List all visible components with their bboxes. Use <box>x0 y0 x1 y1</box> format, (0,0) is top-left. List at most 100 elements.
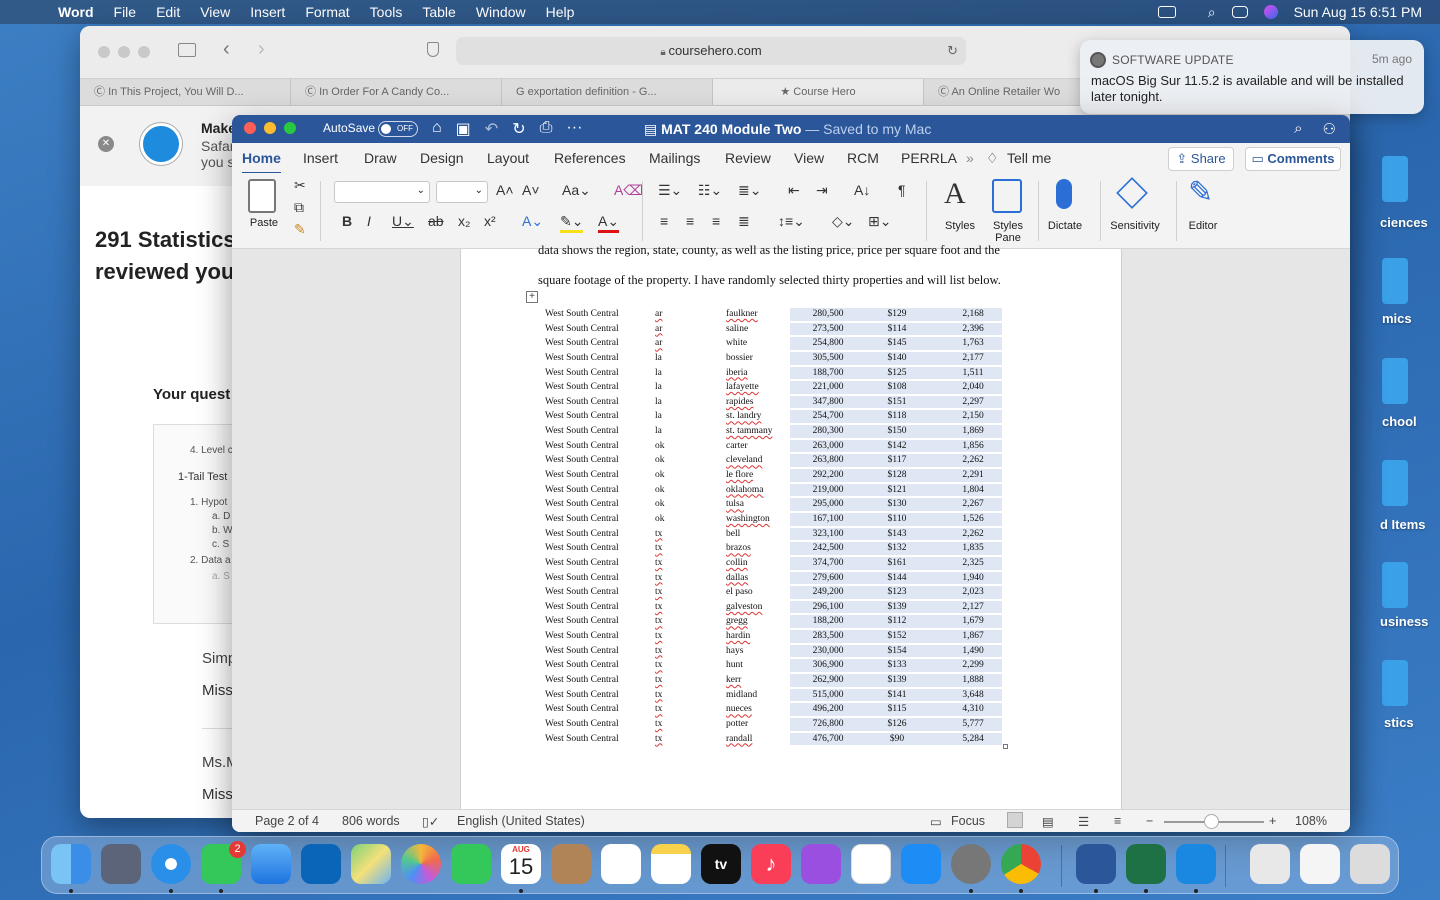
zoom-out-icon[interactable]: − <box>1146 814 1153 828</box>
notes-icon[interactable] <box>651 844 691 884</box>
software-update-notification[interactable]: SOFTWARE UPDATE 5m ago macOS Big Sur 11.… <box>1080 40 1424 114</box>
state-cell[interactable]: tx <box>655 688 662 703</box>
font-name-dropdown[interactable]: ⌄ <box>334 181 430 203</box>
state-cell[interactable]: tx <box>655 585 662 600</box>
price-cell[interactable]: 347,800 <box>790 395 866 410</box>
close-button[interactable] <box>98 46 110 58</box>
desktop-folder-icon[interactable] <box>1382 660 1408 706</box>
region-cell[interactable]: West South Central <box>545 629 619 644</box>
county-cell[interactable]: collin <box>726 556 748 571</box>
tab-draw[interactable]: Draw <box>364 150 397 166</box>
region-cell[interactable]: West South Central <box>545 468 619 483</box>
align-right-icon[interactable]: ≡ <box>712 213 720 229</box>
tab-review[interactable]: Review <box>725 150 771 166</box>
bullets-icon[interactable]: ☰⌄ <box>658 182 682 199</box>
sqft-cell[interactable]: 1,511 <box>938 366 1008 381</box>
price-per-sqft-cell[interactable]: $150 <box>863 424 931 439</box>
sidebar-toggle-icon[interactable] <box>178 43 196 57</box>
sqft-cell[interactable]: 1,526 <box>938 512 1008 527</box>
tab-insert[interactable]: Insert <box>303 150 338 166</box>
price-cell[interactable]: 167,100 <box>790 512 866 527</box>
more-tabs-icon[interactable]: » <box>966 150 974 166</box>
price-per-sqft-cell[interactable]: $133 <box>863 658 931 673</box>
state-cell[interactable]: tx <box>655 614 662 629</box>
format-painter-icon[interactable]: ✎ <box>294 221 306 238</box>
line-spacing-icon[interactable]: ↕≡⌄ <box>778 213 805 230</box>
region-cell[interactable]: West South Central <box>545 717 619 732</box>
region-cell[interactable]: West South Central <box>545 424 619 439</box>
sqft-cell[interactable]: 2,297 <box>938 395 1008 410</box>
table-move-handle-icon[interactable]: + <box>526 291 538 303</box>
county-cell[interactable]: gregg <box>726 614 748 629</box>
screenshot-stack-icon[interactable] <box>1300 844 1340 884</box>
comments-button[interactable]: ▭ Comments <box>1245 147 1341 171</box>
page-count[interactable]: Page 2 of 4 <box>255 814 319 828</box>
price-cell[interactable]: 306,900 <box>790 658 866 673</box>
region-cell[interactable]: West South Central <box>545 673 619 688</box>
spotlight-search-icon[interactable]: ⌕ <box>1208 4 1216 21</box>
county-cell[interactable]: potter <box>726 717 748 732</box>
sqft-cell[interactable]: 2,150 <box>938 409 1008 424</box>
sqft-cell[interactable]: 2,262 <box>938 453 1008 468</box>
zoom-level[interactable]: 108% <box>1295 814 1327 828</box>
desktop-folder-icon[interactable] <box>1382 258 1408 304</box>
price-per-sqft-cell[interactable]: $90 <box>863 732 931 747</box>
document-title[interactable]: ▤ MAT 240 Module Two — Saved to my Mac <box>644 121 931 138</box>
desktop-item-label[interactable]: chool <box>1382 414 1417 429</box>
outline-icon[interactable]: ☰ <box>1078 814 1089 829</box>
county-cell[interactable]: lafayette <box>726 380 759 395</box>
sort-icon[interactable]: A↓ <box>854 182 870 198</box>
desktop-folder-icon[interactable] <box>1382 562 1408 608</box>
browser-tab-active[interactable]: ★ Course Hero <box>713 79 924 105</box>
region-cell[interactable]: West South Central <box>545 453 619 468</box>
redo-icon[interactable]: ↻ <box>512 119 525 139</box>
price-per-sqft-cell[interactable]: $112 <box>863 614 931 629</box>
font-color-icon[interactable]: A⌄ <box>598 213 620 233</box>
sqft-cell[interactable]: 2,127 <box>938 600 1008 615</box>
styles-pane-icon[interactable] <box>992 179 1022 213</box>
change-case-icon[interactable]: Aa⌄ <box>562 182 591 199</box>
bold-icon[interactable]: B <box>342 213 352 229</box>
region-cell[interactable]: West South Central <box>545 439 619 454</box>
state-cell[interactable]: la <box>655 351 662 366</box>
county-cell[interactable]: faulkner <box>726 307 758 322</box>
subscript-icon[interactable]: x₂ <box>458 213 470 229</box>
price-cell[interactable]: 262,900 <box>790 673 866 688</box>
price-cell[interactable]: 726,800 <box>790 717 866 732</box>
sqft-cell[interactable]: 2,040 <box>938 380 1008 395</box>
tab-perrla[interactable]: PERRLA <box>901 150 957 166</box>
sqft-cell[interactable]: 2,267 <box>938 497 1008 512</box>
clear-formatting-icon[interactable]: A⌫ <box>614 182 643 199</box>
apple-tv-icon[interactable]: tv <box>701 844 741 884</box>
state-cell[interactable]: tx <box>655 658 662 673</box>
downloads-stack-icon[interactable] <box>1250 844 1290 884</box>
sqft-cell[interactable]: 2,291 <box>938 468 1008 483</box>
price-per-sqft-cell[interactable]: $154 <box>863 644 931 659</box>
web-layout-icon[interactable]: ▤ <box>1042 814 1054 829</box>
news-icon[interactable] <box>851 844 891 884</box>
region-cell[interactable]: West South Central <box>545 336 619 351</box>
document-page[interactable]: data shows the region, state, county, as… <box>460 243 1122 809</box>
sqft-cell[interactable]: 2,177 <box>938 351 1008 366</box>
facetime-icon[interactable] <box>451 844 491 884</box>
county-cell[interactable]: iberia <box>726 366 748 381</box>
sqft-cell[interactable]: 1,869 <box>938 424 1008 439</box>
app-menu[interactable]: Word <box>58 4 94 20</box>
county-cell[interactable]: dallas <box>726 571 748 586</box>
price-per-sqft-cell[interactable]: $129 <box>863 307 931 322</box>
price-per-sqft-cell[interactable]: $132 <box>863 541 931 556</box>
county-cell[interactable]: hardin <box>726 629 750 644</box>
price-cell[interactable]: 230,000 <box>790 644 866 659</box>
maps-icon[interactable] <box>351 844 391 884</box>
price-cell[interactable]: 219,000 <box>790 483 866 498</box>
photos-icon[interactable] <box>401 844 441 884</box>
price-cell[interactable]: 496,200 <box>790 702 866 717</box>
county-cell[interactable]: bell <box>726 527 740 542</box>
county-cell[interactable]: saline <box>726 322 748 337</box>
state-cell[interactable]: ok <box>655 497 665 512</box>
clock[interactable]: Sun Aug 15 6:51 PM <box>1294 4 1422 20</box>
sqft-cell[interactable]: 5,777 <box>938 717 1008 732</box>
share-button[interactable]: ⇪ Share <box>1168 147 1234 171</box>
sqft-cell[interactable]: 4,310 <box>938 702 1008 717</box>
state-cell[interactable]: ok <box>655 453 665 468</box>
